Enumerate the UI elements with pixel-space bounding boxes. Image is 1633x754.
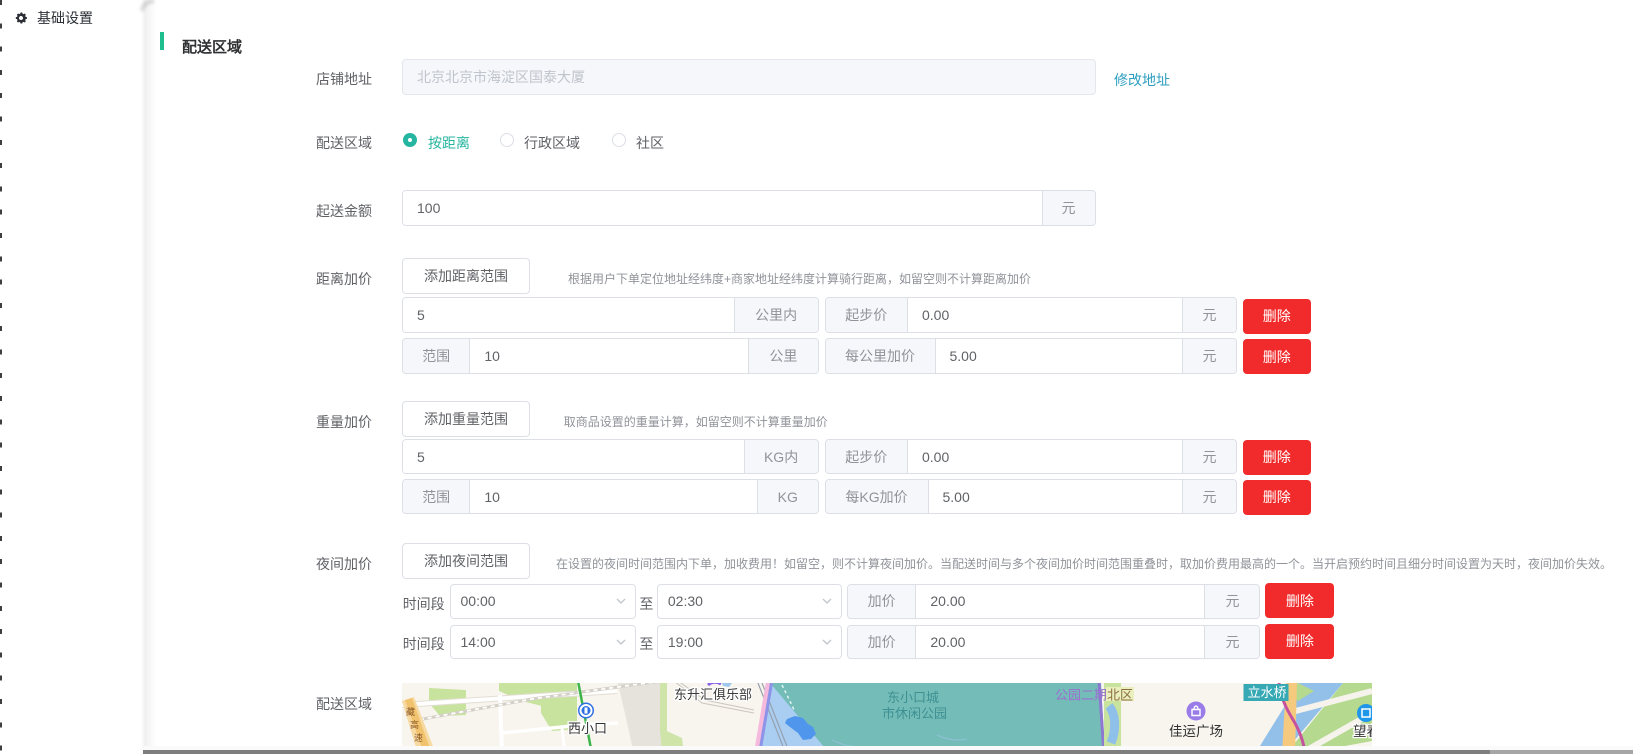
svg-text:望春: 望春 <box>1353 724 1372 739</box>
svg-text:北区: 北区 <box>1107 688 1133 703</box>
svg-text:高: 高 <box>410 719 419 730</box>
svg-text:市休闲公园: 市休闲公园 <box>882 706 947 721</box>
svg-text:东升汇俱乐部: 东升汇俱乐部 <box>674 687 752 702</box>
svg-text:佳运广场: 佳运广场 <box>1169 724 1223 739</box>
svg-text:公园二期: 公园二期 <box>1055 688 1107 703</box>
svg-text:速: 速 <box>414 733 423 743</box>
svg-text:东小口城: 东小口城 <box>887 690 939 705</box>
svg-text:西小口: 西小口 <box>568 721 607 736</box>
svg-text:立水桥: 立水桥 <box>1248 685 1287 700</box>
svg-text:藏: 藏 <box>406 706 415 717</box>
